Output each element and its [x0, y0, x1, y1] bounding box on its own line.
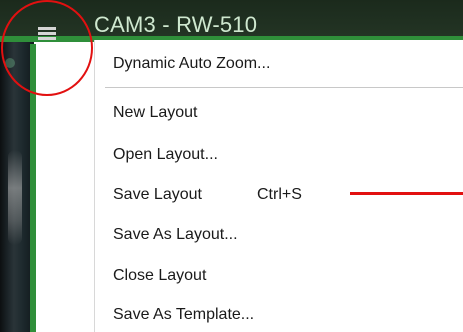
video-artifact [8, 150, 22, 245]
menu-separator [105, 87, 463, 88]
menu-item-label: Dynamic Auto Zoom... [113, 55, 271, 72]
menu-item-save-as-template[interactable]: Save As Template... [95, 297, 463, 331]
menu-item-save-as-layout[interactable]: Save As Layout... [95, 217, 463, 251]
menu-item-label: Open Layout... [113, 146, 218, 163]
menu-item-shortcut: Ctrl+S [257, 186, 302, 203]
menu-item-label: New Layout [113, 104, 198, 121]
menu-item-save-layout[interactable]: Save Layout Ctrl+S [95, 177, 463, 211]
context-menu: Dynamic Auto Zoom... New Layout Open Lay… [94, 40, 463, 332]
camera-title: CAM3 - RW-510 [94, 12, 258, 37]
menu-item-dynamic-auto-zoom[interactable]: Dynamic Auto Zoom... [95, 46, 463, 80]
camera-title-bar: CAM3 - RW-510 [0, 0, 463, 42]
menu-item-label: Save As Layout... [113, 226, 238, 243]
menu-item-close-layout[interactable]: Close Layout [95, 258, 463, 292]
menu-item-label: Save As Template... [113, 306, 255, 323]
menu-item-label: Save Layout [113, 186, 202, 203]
menu-item-new-layout[interactable]: New Layout [95, 95, 463, 129]
camera-video-edge [0, 0, 34, 332]
screenshot-stage: CAM3 - RW-510 Dynamic Auto Zoom... New L… [0, 0, 463, 332]
camera-frame-border [30, 44, 36, 332]
menu-item-label: Close Layout [113, 267, 207, 284]
hamburger-menu-icon[interactable] [38, 27, 60, 41]
menu-item-open-layout[interactable]: Open Layout... [95, 137, 463, 171]
video-artifact [5, 58, 15, 68]
